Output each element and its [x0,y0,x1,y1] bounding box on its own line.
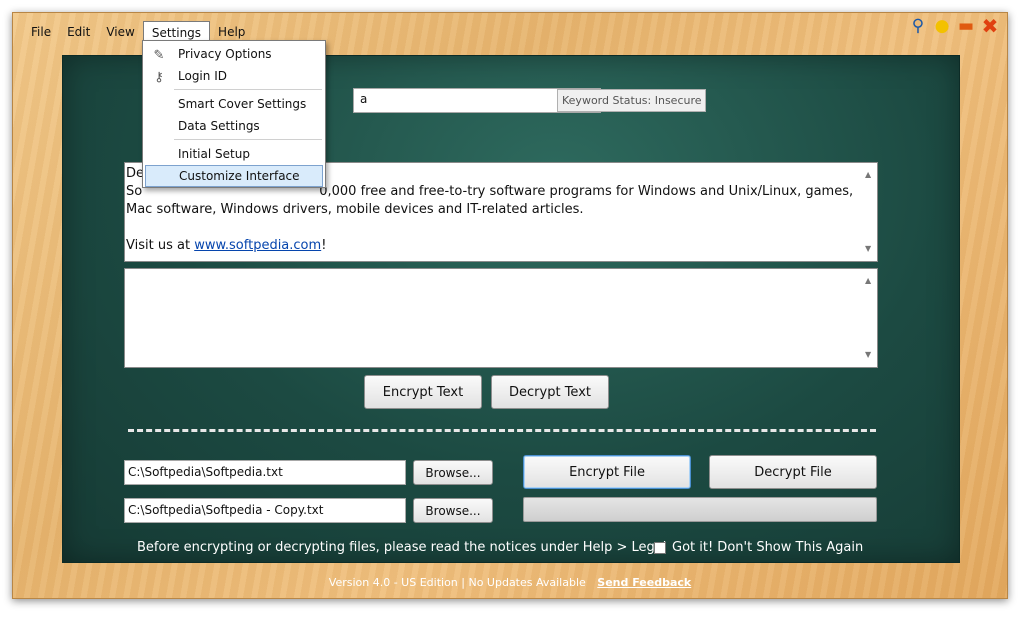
menu-separator [174,139,322,140]
decrypt-file-button[interactable]: Decrypt File [709,455,877,489]
menu-item-smart-cover-settings[interactable]: Smart Cover Settings [144,93,324,115]
settings-dropdown: ✎ Privacy Options ⚷ Login ID Smart Cover… [142,40,326,188]
menu-separator [174,89,322,90]
browse-source-button[interactable]: Browse... [413,460,493,485]
version-text: Version 4.0 - US Edition | No Updates Av… [328,576,586,589]
status-footer: Version 4.0 - US Edition | No Updates Av… [13,576,1007,589]
encrypt-text-button[interactable]: Encrypt Text [364,375,482,409]
scroll-up-icon[interactable]: ▲ [865,272,871,290]
scroll-up-icon[interactable]: ▲ [865,166,871,184]
section-divider [128,429,876,433]
lightbulb-icon[interactable]: ● [931,15,953,37]
menu-item-privacy-options[interactable]: ✎ Privacy Options [144,43,324,65]
dont-show-label: Got it! Don't Show This Again [672,540,864,555]
close-icon[interactable]: ✖ [979,14,1001,38]
legal-notice: Before encrypting or decrypting files, p… [137,540,667,555]
progress-bar [523,497,877,522]
menu-view[interactable]: View [98,21,142,43]
input-scrollbar[interactable]: ▲ ▼ [863,163,877,261]
menu-edit[interactable]: Edit [59,21,98,43]
menu-file[interactable]: File [23,21,59,43]
title-icons: ⚲ ● ▬ ✖ [907,14,1001,38]
scroll-down-icon[interactable]: ▼ [865,346,871,364]
encrypt-file-button[interactable]: Encrypt File [523,455,691,489]
keyword-status: Keyword Status: Insecure [557,89,706,112]
scroll-down-icon[interactable]: ▼ [865,240,871,258]
menu-item-login-id[interactable]: ⚷ Login ID [144,65,324,87]
minimize-icon[interactable]: ▬ [955,15,977,37]
source-file-input[interactable]: C:\Softpedia\Softpedia.txt [124,460,406,485]
decrypt-text-button[interactable]: Decrypt Text [491,375,609,409]
search-icon[interactable]: ⚲ [907,15,929,37]
dont-show-again[interactable]: Got it! Don't Show This Again [654,540,863,555]
output-text-area[interactable]: ▲ ▼ [124,268,878,368]
softpedia-link[interactable]: www.softpedia.com [194,238,321,253]
menu-item-initial-setup[interactable]: Initial Setup [144,143,324,165]
output-scrollbar[interactable]: ▲ ▼ [863,269,877,367]
destination-file-input[interactable]: C:\Softpedia\Softpedia - Copy.txt [124,498,406,523]
browse-destination-button[interactable]: Browse... [413,498,493,523]
dont-show-checkbox[interactable] [654,541,666,554]
key-icon: ⚷ [154,70,164,85]
send-feedback-link[interactable]: Send Feedback [597,576,691,589]
menu-item-customize-interface[interactable]: Customize Interface [145,165,323,187]
menu-item-data-settings[interactable]: Data Settings [144,115,324,137]
privacy-icon: ✎ [153,48,165,63]
